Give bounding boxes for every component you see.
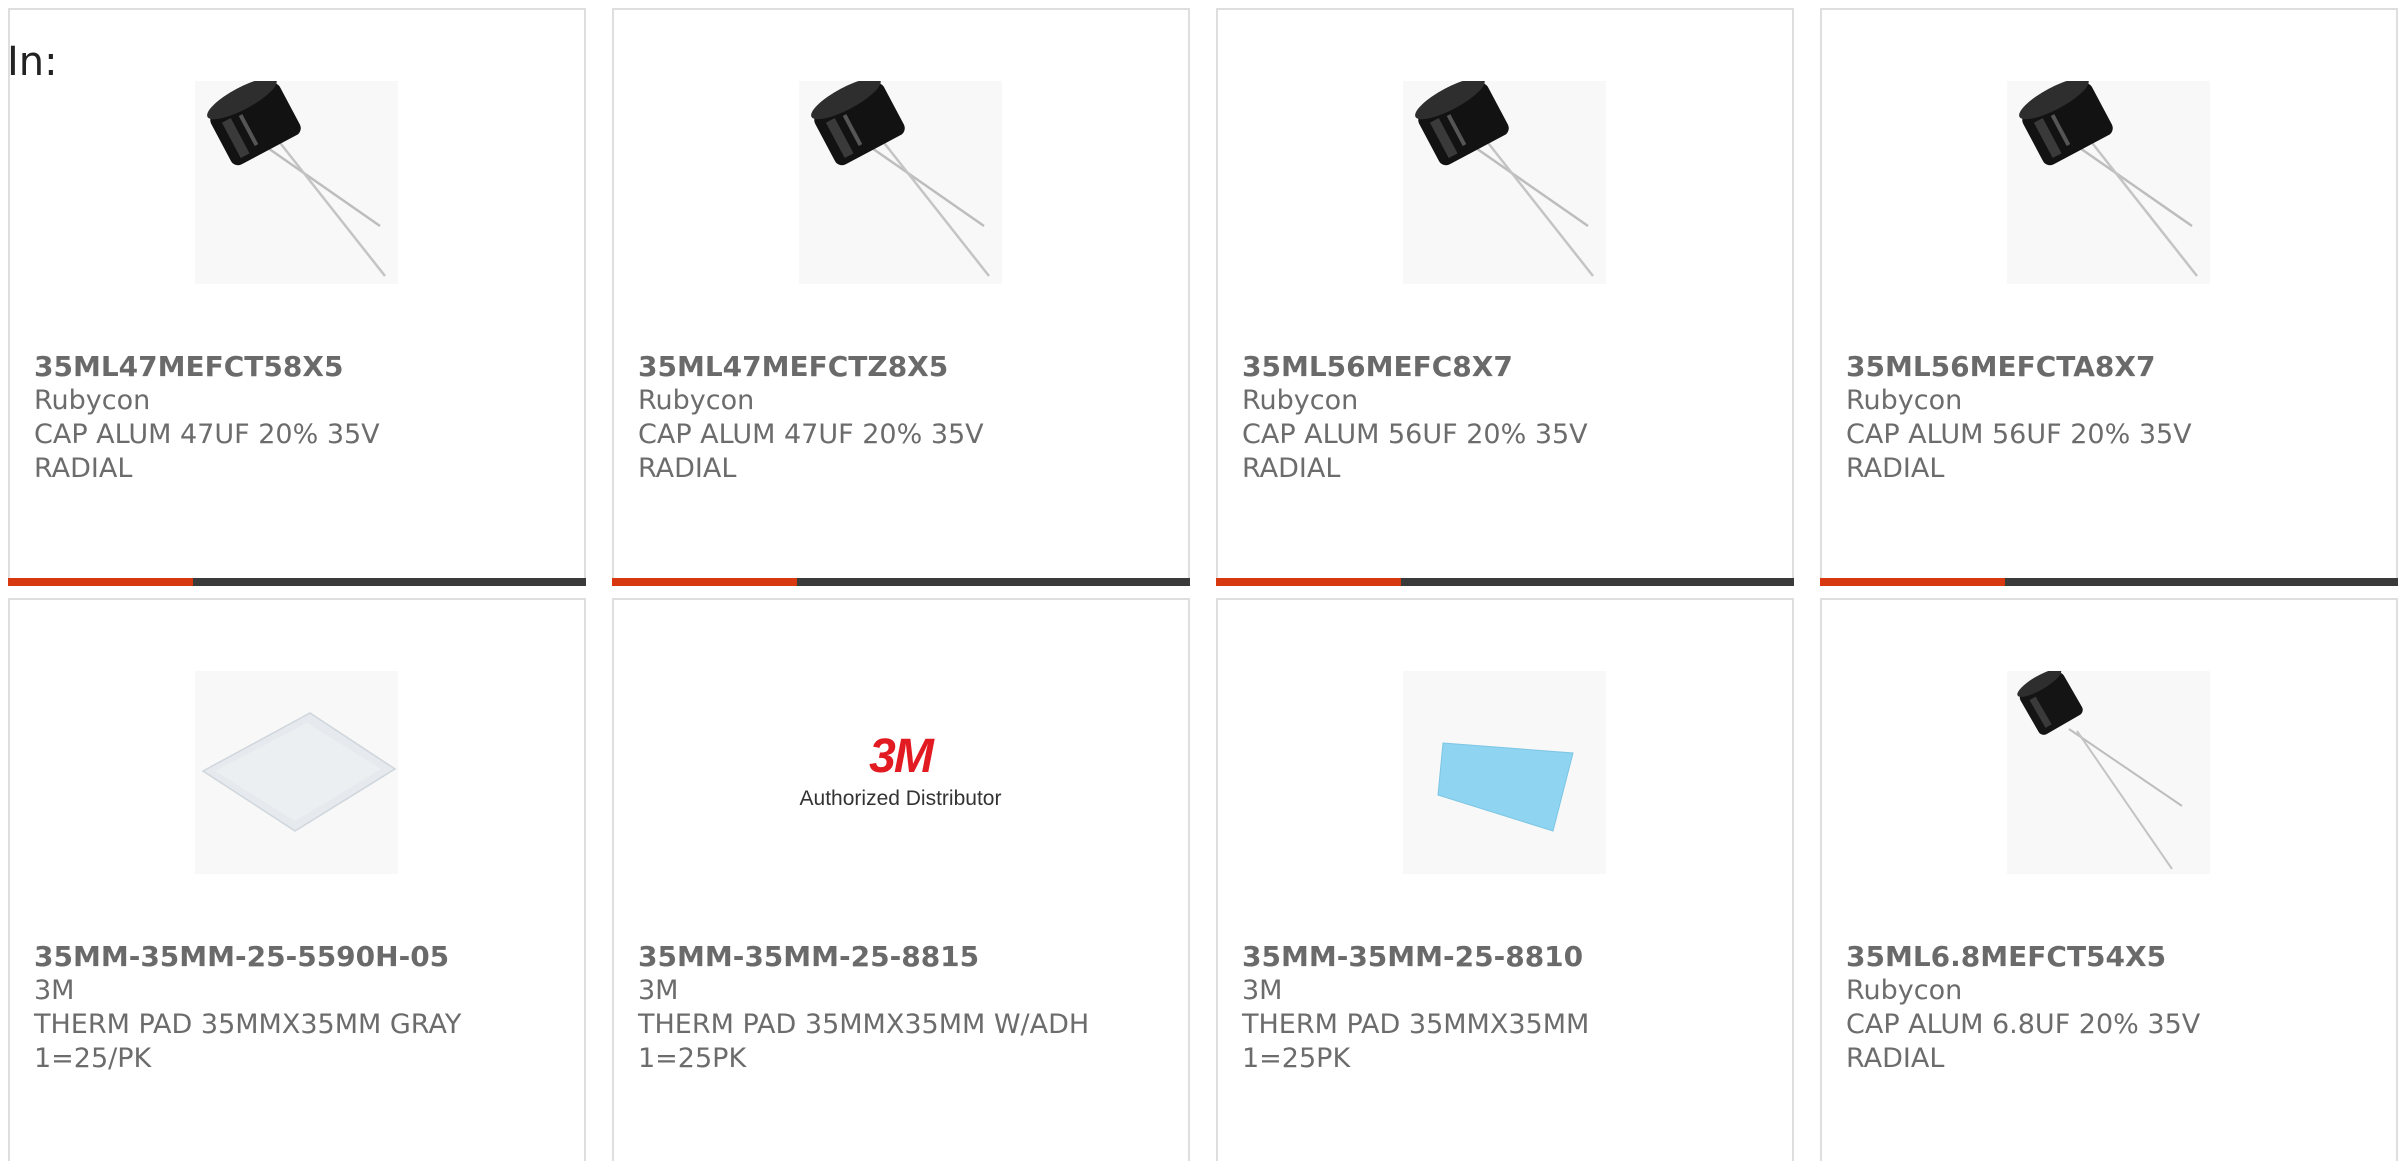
manufacturer: Rubycon [1846,975,1963,1006]
product-grid: 35ML47MEFCT58X5 Rubycon CAP ALUM 47UF 20… [8,8,2398,1161]
product-info: 35ML6.8MEFCT54X5 Rubycon CAP ALUM 6.8UF … [1846,940,2366,1076]
description-line: CAP ALUM 56UF 20% 35V [1242,419,1588,450]
radial-capacitor-image[interactable] [195,81,398,284]
manufacturer: Rubycon [34,385,151,416]
product-card[interactable]: 35MM-35MM-25-5590H-05 3M THERM PAD 35MMX… [8,598,586,1161]
card-bottom-bar [1820,578,2398,586]
3m-logo-mark: 3M [869,729,934,783]
product-info: 35ML47MEFCT58X5 Rubycon CAP ALUM 47UF 20… [34,350,554,486]
in-label: In: [7,39,58,85]
description-line: RADIAL [638,453,737,484]
manufacturer: Rubycon [1242,385,1359,416]
part-number-link[interactable]: 35ML56MEFC8X7 [1242,350,1762,384]
bar-accent [1820,578,2005,586]
description-line: RADIAL [1846,453,1945,484]
manufacturer: Rubycon [1846,385,1963,416]
bar-accent [8,578,193,586]
bar-accent [612,578,797,586]
product-card[interactable]: 35ML47MEFCTZ8X5 Rubycon CAP ALUM 47UF 20… [612,8,1190,586]
product-info: 35MM-35MM-25-5590H-05 3M THERM PAD 35MMX… [34,940,554,1076]
part-number-link[interactable]: 35MM-35MM-25-8815 [638,940,1158,974]
card-bottom-bar [612,578,1190,586]
card-bottom-bar [8,578,586,586]
description-line: THERM PAD 35MMX35MM [1242,1009,1590,1040]
product-card[interactable]: 3M Authorized Distributor 35MM-35MM-25-8… [612,598,1190,1161]
manufacturer: 3M [1242,975,1283,1006]
description-line: CAP ALUM 47UF 20% 35V [638,419,984,450]
description-line: 1=25PK [638,1043,747,1074]
3m-logo-image[interactable]: 3M Authorized Distributor [799,671,1002,874]
part-number-link[interactable]: 35ML47MEFCT58X5 [34,350,554,384]
3m-logo-subtitle: Authorized Distributor [799,786,1002,810]
product-info: 35ML47MEFCTZ8X5 Rubycon CAP ALUM 47UF 20… [638,350,1158,486]
part-number-link[interactable]: 35MM-35MM-25-5590H-05 [34,940,554,974]
description-line: CAP ALUM 6.8UF 20% 35V [1846,1009,2201,1040]
part-number-link[interactable]: 35MM-35MM-25-8810 [1242,940,1762,974]
description-line: 1=25PK [1242,1043,1351,1074]
product-card[interactable]: 35ML6.8MEFCT54X5 Rubycon CAP ALUM 6.8UF … [1820,598,2398,1161]
product-info: 35MM-35MM-25-8815 3M THERM PAD 35MMX35MM… [638,940,1158,1076]
product-card[interactable]: 35MM-35MM-25-8810 3M THERM PAD 35MMX35MM… [1216,598,1794,1161]
page: In: 35ML47MEFCT58X5 Rubycon CAP ALUM 47U… [0,0,2400,1161]
description-line: 1=25/PK [34,1043,152,1074]
product-info: 35ML56MEFC8X7 Rubycon CAP ALUM 56UF 20% … [1242,350,1762,486]
product-info: 35MM-35MM-25-8810 3M THERM PAD 35MMX35MM… [1242,940,1762,1076]
3m-logo: 3M Authorized Distributor [799,729,1002,813]
product-card[interactable]: 35ML47MEFCT58X5 Rubycon CAP ALUM 47UF 20… [8,8,586,586]
manufacturer: 3M [638,975,679,1006]
description-line: THERM PAD 35MMX35MM W/ADH [638,1009,1090,1040]
small-radial-capacitor-image[interactable] [2007,671,2210,874]
manufacturer: Rubycon [638,385,755,416]
radial-capacitor-image[interactable] [799,81,1002,284]
description-line: CAP ALUM 47UF 20% 35V [34,419,380,450]
gray-thermal-pad-image[interactable] [195,671,398,874]
blue-thermal-pad-image[interactable] [1403,671,1606,874]
product-info: 35ML56MEFCTA8X7 Rubycon CAP ALUM 56UF 20… [1846,350,2366,486]
description-line: THERM PAD 35MMX35MM GRAY [34,1009,462,1040]
description-line: RADIAL [34,453,133,484]
description-line: CAP ALUM 56UF 20% 35V [1846,419,2192,450]
product-card[interactable]: 35ML56MEFCTA8X7 Rubycon CAP ALUM 56UF 20… [1820,8,2398,586]
part-number-link[interactable]: 35ML6.8MEFCT54X5 [1846,940,2366,974]
bar-accent [1216,578,1401,586]
description-line: RADIAL [1242,453,1341,484]
radial-capacitor-image[interactable] [1403,81,1606,284]
card-bottom-bar [1216,578,1794,586]
part-number-link[interactable]: 35ML47MEFCTZ8X5 [638,350,1158,384]
product-card[interactable]: 35ML56MEFC8X7 Rubycon CAP ALUM 56UF 20% … [1216,8,1794,586]
part-number-link[interactable]: 35ML56MEFCTA8X7 [1846,350,2366,384]
manufacturer: 3M [34,975,75,1006]
description-line: RADIAL [1846,1043,1945,1074]
radial-capacitor-image[interactable] [2007,81,2210,284]
